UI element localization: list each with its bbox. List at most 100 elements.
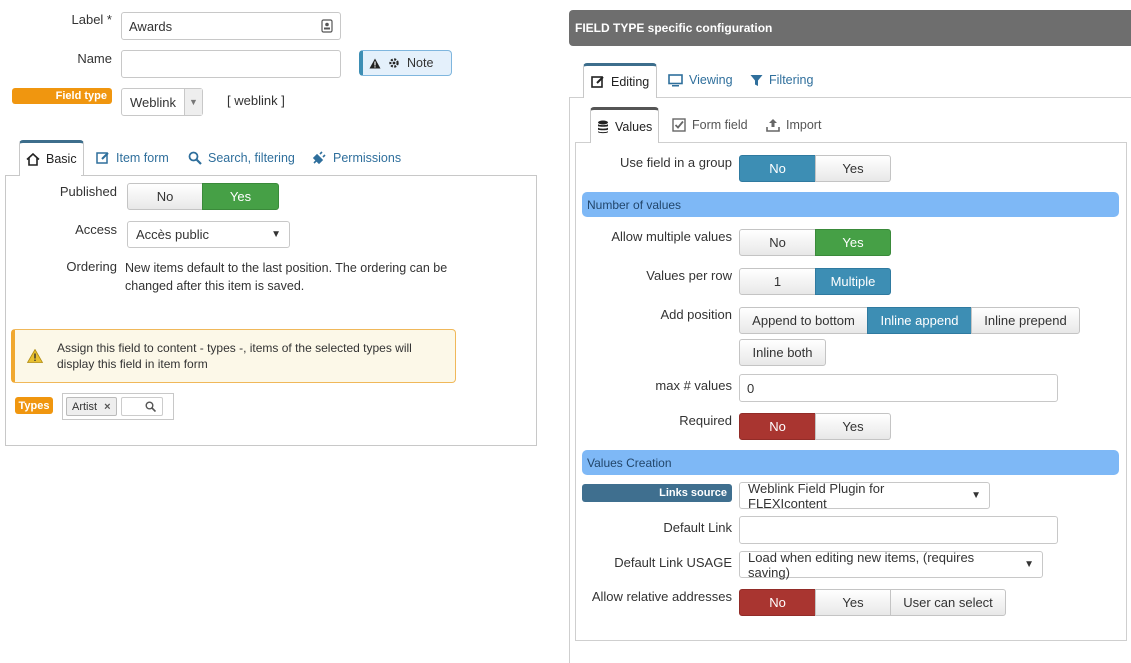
tab-item-form-label: Item form — [116, 151, 169, 165]
filter-icon — [750, 74, 763, 87]
required-label: Required — [679, 413, 732, 428]
ordering-text: New items default to the last position. … — [125, 261, 448, 293]
add-position-toggle[interactable]: Append to bottom Inline append Inline pr… — [739, 307, 1080, 334]
database-icon — [597, 120, 609, 134]
tab-import-label: Import — [786, 118, 822, 132]
allow-multiple-yes-button[interactable]: Yes — [815, 229, 891, 256]
allow-multiple-toggle[interactable]: No Yes — [739, 229, 891, 256]
default-usage-label: Default Link USAGE — [614, 555, 732, 570]
gear-icon — [388, 57, 400, 69]
types-tag-artist: Artist × — [66, 397, 117, 416]
chevron-down-icon: ▼ — [1024, 559, 1034, 570]
add-position-toggle-row2[interactable]: Inline both — [739, 339, 826, 366]
chevron-down-icon: ▼ — [271, 229, 281, 240]
tab-filtering[interactable]: Filtering — [742, 65, 821, 95]
default-usage-value: Load when editing new items, (requires s… — [748, 549, 975, 580]
edit-icon — [96, 151, 110, 165]
section-number-of-values: Number of values — [582, 192, 1119, 217]
use-group-label: Use field in a group — [619, 155, 732, 170]
tab-import[interactable]: Import — [758, 110, 829, 140]
default-link-input[interactable] — [739, 516, 1058, 544]
section-values-creation: Values Creation — [582, 450, 1119, 475]
tab-basic[interactable]: Basic — [19, 140, 84, 175]
tab-permissions-label: Permissions — [333, 151, 402, 165]
relative-addresses-toggle[interactable]: No Yes User can select — [739, 589, 1006, 616]
types-search-input[interactable] — [120, 397, 163, 416]
use-group-toggle[interactable]: No Yes — [739, 155, 891, 182]
tab-editing-label: Editing — [611, 75, 650, 89]
inline-both-button[interactable]: Inline both — [739, 339, 826, 366]
per-row-label: Values per row — [646, 268, 732, 283]
relative-no-button[interactable]: No — [739, 589, 816, 616]
name-input[interactable] — [121, 50, 341, 78]
right-panel-border — [569, 97, 570, 663]
access-select[interactable]: Accès public ▼ — [127, 221, 290, 248]
per-row-toggle[interactable]: 1 Multiple — [739, 268, 891, 295]
label-field-label: Label * — [71, 12, 112, 27]
close-icon[interactable]: × — [104, 401, 110, 413]
note-label: Note — [407, 56, 434, 70]
types-warning-text: Assign this field to content - types -, … — [57, 341, 412, 371]
types-badge: Types — [15, 397, 53, 414]
tab-viewing[interactable]: Viewing — [660, 65, 741, 95]
relative-user-select-button[interactable]: User can select — [890, 589, 1006, 616]
edit-icon — [591, 75, 605, 89]
types-multiselect[interactable]: Artist × — [62, 393, 174, 420]
published-toggle[interactable]: No Yes — [127, 183, 279, 210]
home-icon — [26, 152, 40, 166]
required-toggle[interactable]: No Yes — [739, 413, 891, 440]
per-row-multiple-button[interactable]: Multiple — [815, 268, 891, 295]
required-yes-button[interactable]: Yes — [815, 413, 891, 440]
monitor-icon — [668, 73, 683, 87]
relative-yes-button[interactable]: Yes — [815, 589, 891, 616]
inline-append-button[interactable]: Inline append — [867, 307, 972, 334]
max-values-input[interactable]: 0 — [739, 374, 1058, 402]
tab-item-form[interactable]: Item form — [88, 143, 177, 173]
default-usage-select[interactable]: Load when editing new items, (requires s… — [739, 549, 1043, 580]
note-button[interactable]: Note — [359, 50, 452, 76]
contact-card-icon — [321, 19, 333, 33]
field-type-code: [ weblink ] — [227, 93, 285, 108]
types-warning-alert: Assign this field to content - types -, … — [11, 329, 456, 383]
max-values-label: max # values — [655, 378, 732, 393]
links-source-select[interactable]: Weblink Field Plugin for FLEXIcontent ▼ — [739, 480, 990, 511]
append-to-bottom-button[interactable]: Append to bottom — [739, 307, 868, 334]
tab-search-filtering[interactable]: Search, filtering — [180, 143, 303, 173]
allow-multiple-label: Allow multiple values — [611, 229, 732, 244]
published-no-button[interactable]: No — [127, 183, 203, 210]
field-type-config-header: FIELD TYPE specific configuration — [569, 10, 1131, 46]
label-input[interactable]: Awards — [121, 12, 341, 40]
tab-join — [591, 141, 656, 144]
allow-multiple-no-button[interactable]: No — [739, 229, 816, 256]
tab-values[interactable]: Values — [590, 107, 660, 143]
tab-filtering-label: Filtering — [769, 73, 814, 87]
use-group-yes-button[interactable]: Yes — [815, 155, 891, 182]
tab-permissions[interactable]: Permissions — [304, 143, 409, 173]
tab-join — [20, 174, 81, 176]
tab-form-field-label: Form field — [692, 118, 748, 132]
name-field-label: Name — [77, 51, 112, 66]
links-source-value: Weblink Field Plugin for FLEXIcontent — [748, 480, 885, 511]
access-label: Access — [75, 222, 117, 237]
chevron-down-icon: ▼ — [971, 490, 981, 501]
field-type-select[interactable]: Weblink ▼ — [121, 88, 203, 116]
ordering-label: Ordering — [66, 259, 117, 274]
label-input-value: Awards — [129, 18, 173, 34]
plug-icon — [312, 151, 327, 165]
published-label: Published — [59, 184, 117, 199]
use-group-no-button[interactable]: No — [739, 155, 816, 182]
tab-search-filtering-label: Search, filtering — [208, 151, 295, 165]
per-row-1-button[interactable]: 1 — [739, 268, 816, 295]
tab-editing[interactable]: Editing — [583, 63, 658, 98]
search-icon — [188, 151, 202, 165]
tab-form-field[interactable]: Form field — [664, 110, 756, 140]
tab-basic-label: Basic — [46, 152, 77, 166]
required-no-button[interactable]: No — [739, 413, 816, 440]
upload-icon — [766, 118, 780, 132]
relative-addresses-label: Allow relative addresses — [591, 589, 732, 604]
access-value: Accès public — [136, 227, 209, 242]
warning-icon — [15, 349, 55, 363]
published-yes-button[interactable]: Yes — [202, 183, 279, 210]
tab-viewing-label: Viewing — [689, 73, 733, 87]
inline-prepend-button[interactable]: Inline prepend — [971, 307, 1080, 334]
